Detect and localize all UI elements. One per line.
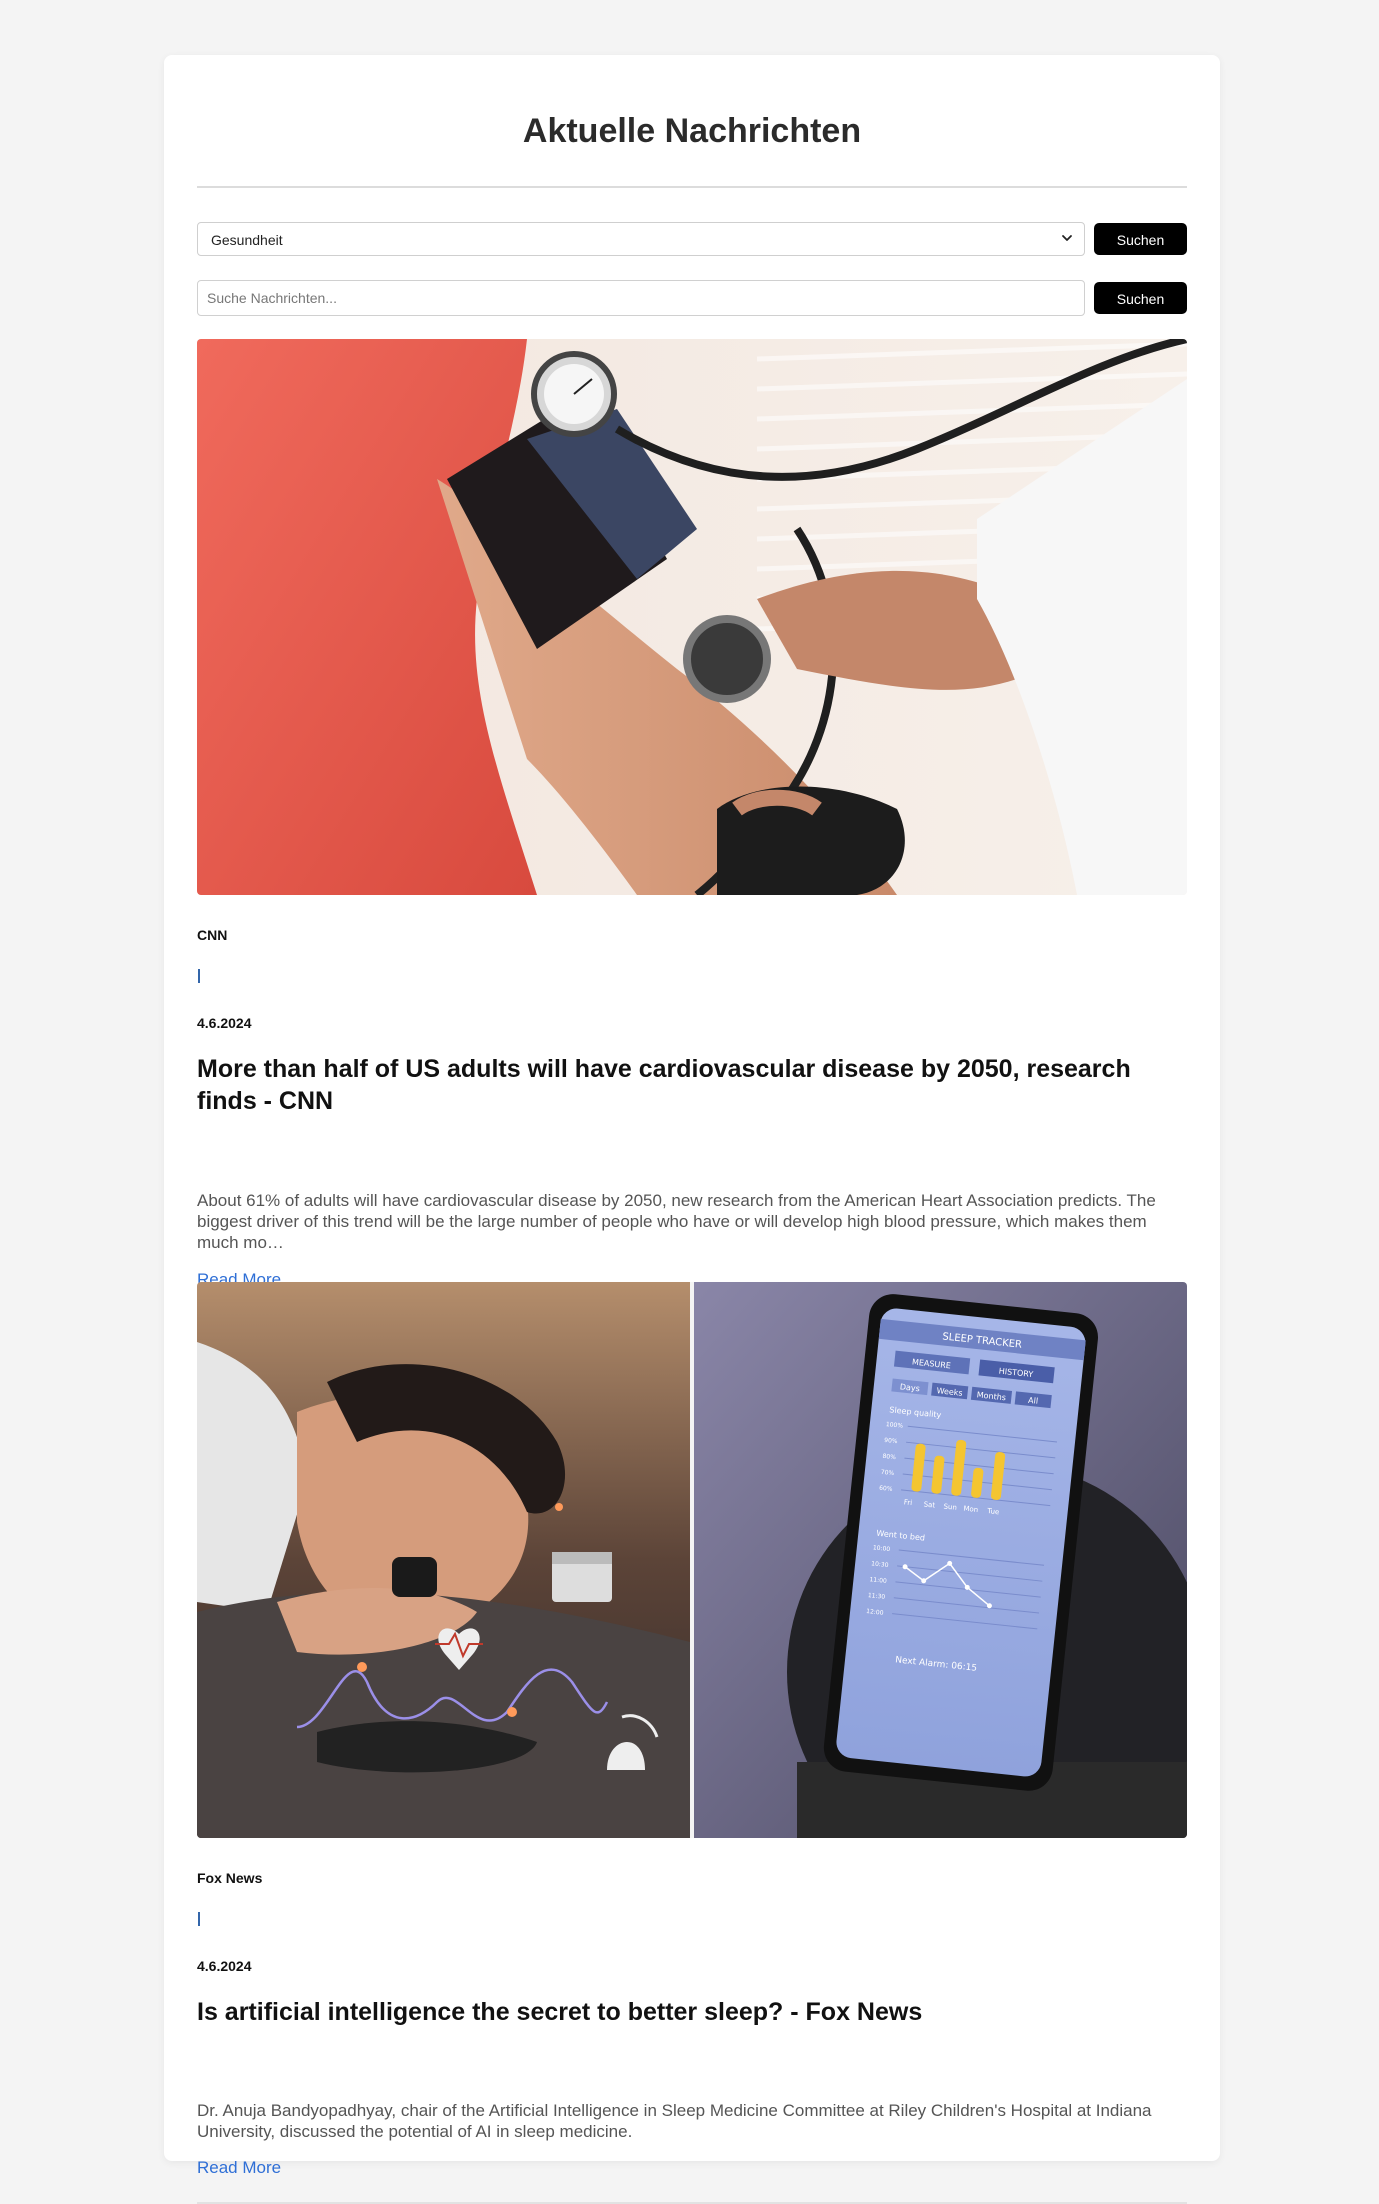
- article-description: About 61% of adults will have cardiovasc…: [197, 1191, 1156, 1252]
- source-separator: [198, 1912, 200, 1926]
- article-date: 4.6.2024: [197, 1958, 252, 1974]
- article-source: CNN: [197, 927, 228, 943]
- search-input[interactable]: [197, 280, 1085, 316]
- category-filter-row: Gesundheit Suchen: [197, 222, 1187, 258]
- category-search-button[interactable]: Suchen: [1094, 223, 1187, 255]
- search-row: Suche n: [197, 280, 1187, 316]
- news-card: Aktuelle Nachrichten Gesundheit Suchen S…: [164, 55, 1220, 2204]
- article-date: 4.6.2024: [197, 1015, 252, 1031]
- article-title: More than half of US adults will have ca…: [197, 1055, 1131, 1115]
- read-more-link[interactable]: Read More: [197, 2158, 281, 2178]
- article-source: Fox News: [197, 1870, 263, 1886]
- title-divider: [197, 186, 1187, 188]
- article-description: Dr. Anuja Bandyopadhyay, chair of the Ar…: [197, 2101, 1152, 2141]
- chevron-down-icon: [1060, 231, 1074, 245]
- quality-tick: 60%: [879, 1485, 893, 1493]
- category-select-value: Gesundheit: [211, 232, 283, 248]
- source-separator: [198, 969, 200, 983]
- day-label: Mon: [963, 1505, 979, 1514]
- range-all: All: [1028, 1396, 1039, 1406]
- category-select[interactable]: Gesundheit: [197, 222, 1085, 256]
- quality-tick: 80%: [882, 1453, 896, 1461]
- day-label: Fri: [903, 1498, 912, 1507]
- day-label: Sun: [943, 1502, 957, 1511]
- article-title: Is artificial intelligence the secret to…: [197, 1998, 923, 2026]
- sleep-tracker-photo: SLEEP TRACKER MEASURE HISTORY Days Weeks…: [197, 1282, 1187, 1838]
- page-title: Aktuelle Nachrichten: [522, 112, 862, 150]
- blood-pressure-photo: [197, 339, 1187, 895]
- day-label: Sat: [923, 1500, 936, 1509]
- day-label: Tue: [986, 1507, 1000, 1516]
- quality-tick: 90%: [884, 1437, 898, 1445]
- quality-tick: 70%: [880, 1469, 894, 1477]
- search-button[interactable]: Suchen: [1094, 282, 1187, 314]
